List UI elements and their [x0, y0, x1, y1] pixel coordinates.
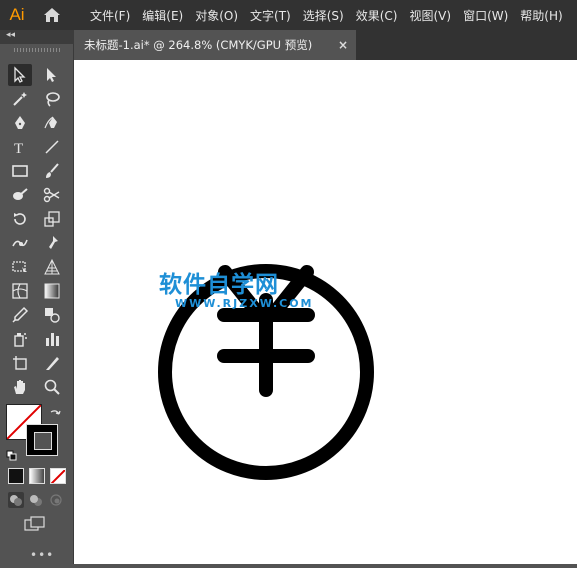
direct-selection-tool-icon[interactable] [40, 64, 64, 86]
menu-effect[interactable]: 效果(C) [356, 7, 398, 24]
menu-type[interactable]: 文字(T) [250, 7, 291, 24]
menu-edit[interactable]: 编辑(E) [142, 7, 183, 24]
lasso-tool-icon[interactable] [40, 88, 64, 110]
scale-tool-icon[interactable] [40, 208, 64, 230]
document-tab-strip: 未标题-1.ai* @ 264.8% (CMYK/GPU 预览) × [74, 30, 577, 60]
panel-grip[interactable] [14, 48, 60, 52]
app-logo: Ai [9, 5, 25, 24]
free-transform-tool-icon[interactable] [8, 256, 32, 278]
stroke-swatch-hole [34, 432, 52, 450]
draw-normal-icon[interactable] [8, 492, 24, 508]
screen-mode-icon[interactable] [24, 516, 46, 532]
menu-help[interactable]: 帮助(H) [520, 7, 562, 24]
watermark: 软件自学网 WWW.RJZXW.COM [159, 272, 314, 310]
menu-window[interactable]: 窗口(W) [463, 7, 508, 24]
paintbrush-tool-icon[interactable] [40, 160, 64, 182]
hand-tool-icon[interactable] [8, 376, 32, 398]
symbol-sprayer-tool-icon[interactable] [8, 328, 32, 350]
collapse-icon[interactable]: ◂◂ [6, 30, 15, 40]
gradient-mode-button[interactable] [29, 468, 45, 484]
watermark-url: WWW.RJZXW.COM [175, 297, 314, 310]
scissors-tool-icon[interactable] [40, 184, 64, 206]
document-tab[interactable]: 未标题-1.ai* @ 264.8% (CMYK/GPU 预览) × [74, 30, 356, 60]
menu-select[interactable]: 选择(S) [303, 7, 344, 24]
home-icon[interactable] [34, 0, 70, 30]
artboard-canvas[interactable] [74, 60, 577, 564]
mesh-tool-icon[interactable] [8, 280, 32, 302]
gradient-tool-icon[interactable] [40, 280, 64, 302]
blend-tool-icon[interactable] [40, 304, 64, 326]
eyedropper-tool-icon[interactable] [8, 304, 32, 326]
column-graph-tool-icon[interactable] [40, 328, 64, 350]
tools-panel: ◂◂ T [0, 30, 74, 564]
rotate-tool-icon[interactable] [8, 208, 32, 230]
draw-behind-icon[interactable] [28, 492, 44, 508]
stroke-swatch[interactable] [26, 424, 58, 456]
zoom-tool-icon[interactable] [40, 376, 64, 398]
artboard-tool-icon[interactable] [8, 352, 32, 374]
curvature-tool-icon[interactable] [40, 112, 64, 134]
swap-fill-stroke-icon[interactable] [49, 405, 61, 417]
magic-wand-tool-icon[interactable] [8, 88, 32, 110]
menu-file[interactable]: 文件(F) [90, 7, 130, 24]
draw-inside-icon[interactable] [48, 492, 64, 508]
watermark-title: 软件自学网 [159, 272, 279, 298]
puppet-warp-tool-icon[interactable] [40, 232, 64, 254]
document-tab-title: 未标题-1.ai* @ 264.8% (CMYK/GPU 预览) [84, 38, 313, 52]
selection-tool-icon[interactable] [8, 64, 32, 86]
menu-object[interactable]: 对象(O) [195, 7, 238, 24]
svg-text:T: T [14, 141, 23, 156]
shaper-tool-icon[interactable] [8, 184, 32, 206]
perspective-grid-tool-icon[interactable] [40, 256, 64, 278]
rectangle-tool-icon[interactable] [8, 160, 32, 182]
more-tools-button[interactable]: ••• [30, 548, 54, 562]
color-mode-button[interactable] [8, 468, 24, 484]
tools-panel-header: ◂◂ [0, 30, 74, 44]
width-tool-icon[interactable] [8, 232, 32, 254]
menu-list: 文件(F) 编辑(E) 对象(O) 文字(T) 选择(S) 效果(C) 视图(V… [90, 7, 575, 24]
type-tool-icon[interactable]: T [8, 136, 32, 158]
line-segment-tool-icon[interactable] [40, 136, 64, 158]
close-icon[interactable]: × [338, 38, 348, 52]
menu-bar: Ai 文件(F) 编辑(E) 对象(O) 文字(T) 选择(S) 效果(C) 视… [0, 0, 577, 30]
menu-view[interactable]: 视图(V) [409, 7, 451, 24]
yen-coin-icon[interactable] [74, 60, 577, 564]
default-fill-stroke-icon[interactable] [6, 447, 18, 461]
pen-tool-icon[interactable] [8, 112, 32, 134]
slice-tool-icon[interactable] [40, 352, 64, 374]
none-mode-button[interactable] [50, 468, 66, 484]
